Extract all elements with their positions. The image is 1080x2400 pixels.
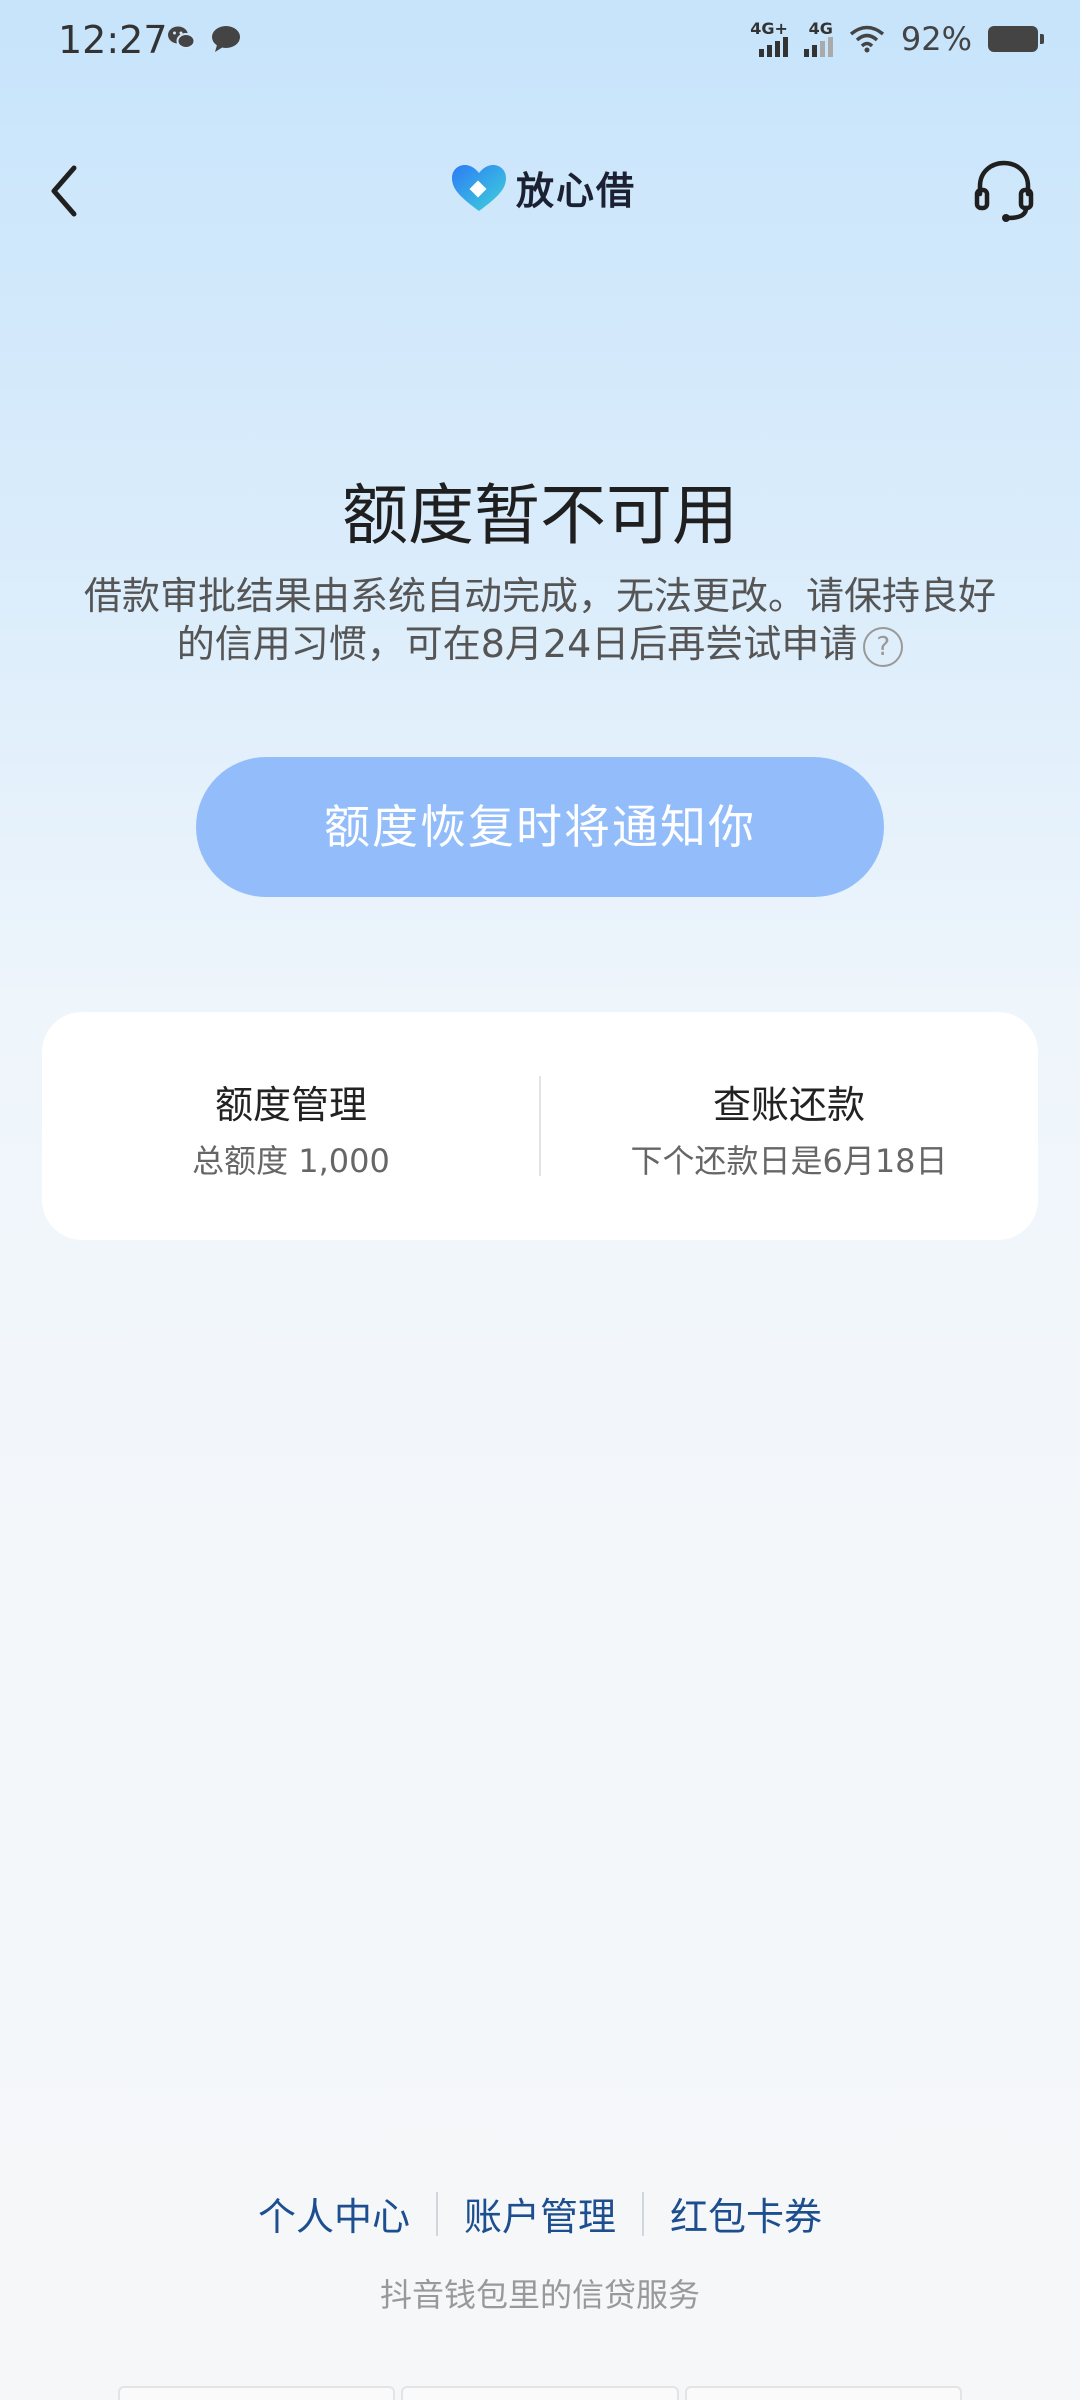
headset-icon[interactable] bbox=[968, 154, 1040, 226]
battery-percent: 92% bbox=[900, 20, 972, 58]
brand-logo: 放心借 bbox=[450, 160, 636, 215]
credit-management-entry[interactable]: 额度管理 总额度 1,000 bbox=[42, 1012, 540, 1240]
help-icon[interactable]: ? bbox=[863, 626, 904, 667]
bottom-tab[interactable] bbox=[684, 2386, 962, 2400]
message-icon bbox=[212, 26, 240, 52]
heart-logo-icon bbox=[452, 164, 506, 211]
status-time: 12:27 bbox=[58, 18, 168, 62]
back-button[interactable] bbox=[40, 156, 100, 226]
wechat-icon bbox=[168, 26, 196, 49]
notification-icons bbox=[166, 24, 242, 54]
brand-name: 放心借 bbox=[516, 169, 637, 213]
notify-button[interactable]: 额度恢复时将通知你 bbox=[196, 757, 884, 897]
wifi-icon bbox=[849, 25, 884, 53]
system-icons: 4G+ 4G 92% bbox=[750, 20, 1044, 58]
description-text: 借款审批结果由系统自动完成，无法更改。请保持良好的信用习惯，可在8月24日后再尝… bbox=[80, 572, 1000, 668]
bottom-tab[interactable] bbox=[118, 2386, 396, 2400]
account-card: 额度管理 总额度 1,000 查账还款 下个还款日是6月18日 bbox=[42, 1012, 1038, 1240]
description-body: 借款审批结果由系统自动完成，无法更改。请保持良好的信用习惯，可在8月24日后再尝… bbox=[83, 574, 996, 666]
bottom-tab[interactable] bbox=[401, 2386, 679, 2400]
total-credit-text: 总额度 1,000 bbox=[192, 1142, 390, 1180]
bottom-tab-strip bbox=[118, 2386, 962, 2400]
footer-note: 抖音钱包里的信贷服务 bbox=[379, 2276, 700, 2314]
signal-icon-2: 4G bbox=[803, 21, 833, 57]
next-repayment-text: 下个还款日是6月18日 bbox=[630, 1142, 948, 1180]
page-title: 额度暂不可用 bbox=[342, 477, 738, 554]
repayment-entry[interactable]: 查账还款 下个还款日是6月18日 bbox=[540, 1012, 1038, 1240]
app-header: 放心借 bbox=[0, 150, 1080, 230]
status-bar: 12:27 4G+ 4G 92% bbox=[0, 0, 1080, 84]
coupons-link[interactable]: 红包卡券 bbox=[644, 2186, 848, 2241]
battery-icon bbox=[988, 26, 1044, 52]
footer-links: 个人中心 账户管理 红包卡券 bbox=[0, 2186, 1080, 2241]
personal-center-link[interactable]: 个人中心 bbox=[232, 2186, 436, 2241]
repayment-title: 查账还款 bbox=[712, 1083, 865, 1127]
credit-management-title: 额度管理 bbox=[214, 1083, 367, 1127]
account-management-link[interactable]: 账户管理 bbox=[438, 2186, 642, 2241]
signal-icon: 4G+ bbox=[750, 21, 788, 57]
